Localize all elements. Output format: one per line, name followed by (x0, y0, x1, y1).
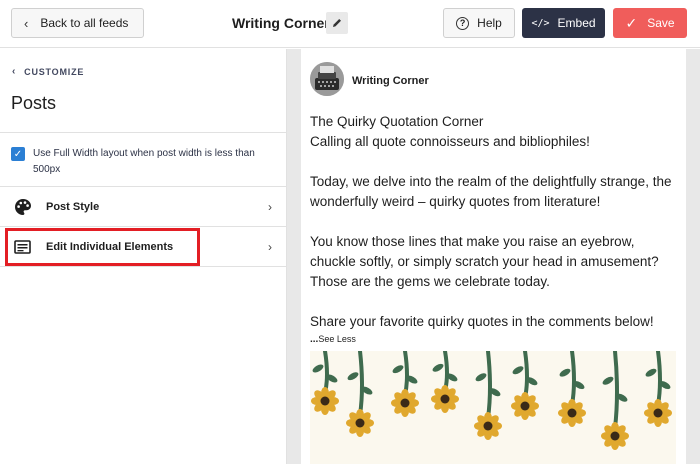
full-width-checkbox[interactable]: ✓ (11, 147, 25, 161)
typewriter-icon (310, 62, 344, 96)
post-image[interactable] (310, 351, 676, 464)
feed-preview: Writing Corner The Quirky Quotation Corn… (301, 49, 686, 464)
post-paragraph: You know those lines that make you raise… (310, 234, 659, 289)
section-title: Posts (11, 93, 57, 113)
chevron-left-icon: ‹ (12, 66, 17, 77)
post-paragraph: Today, we delve into the realm of the de… (310, 174, 672, 209)
palette-icon (15, 199, 31, 215)
chevron-left-icon: ‹ (24, 15, 29, 31)
back-to-feeds-button[interactable]: ‹ Back to all feeds (11, 8, 144, 38)
save-button-label: Save (647, 16, 675, 30)
top-bar: ‹ Back to all feeds Writing Corner ? Hel… (0, 0, 700, 48)
divider (0, 132, 286, 133)
chevron-right-icon: › (268, 199, 272, 214)
see-less-label: See Less (318, 334, 356, 344)
save-button[interactable]: ✓ Save (613, 8, 687, 38)
full-width-label: Use Full Width layout when post width is… (33, 148, 255, 175)
back-button-label: Back to all feeds (40, 16, 129, 30)
avatar (310, 62, 344, 96)
post-line: Calling all quote connoisseurs and bibli… (310, 134, 590, 149)
menu-item-label: Post Style (46, 200, 100, 213)
divider (0, 266, 286, 267)
breadcrumb-label: CUSTOMIZE (24, 66, 85, 77)
hanging-flowers-illustration (310, 351, 676, 464)
edit-title-button[interactable] (326, 12, 348, 34)
pencil-icon (333, 19, 341, 27)
post-body: The Quirky Quotation Corner Calling all … (310, 112, 682, 332)
post-paragraph: Share your favorite quirky quotes in the… (310, 314, 654, 329)
scroll-gutter (287, 49, 301, 464)
feed-title: Writing Corner (232, 15, 330, 31)
embed-button-label: Embed (557, 16, 596, 30)
embed-button[interactable]: </> Embed (522, 8, 605, 38)
help-button-label: Help (477, 16, 502, 30)
full-width-option[interactable]: ✓ Use Full Width layout when post width … (11, 146, 273, 178)
help-button[interactable]: ? Help (443, 8, 515, 38)
see-less-link[interactable]: ...See Less (310, 334, 356, 345)
menu-item-post-style[interactable]: Post Style › (0, 187, 286, 226)
chevron-right-icon: › (268, 239, 272, 254)
scroll-gutter-right (686, 49, 700, 464)
customize-breadcrumb[interactable]: ‹ CUSTOMIZE (12, 66, 84, 77)
post-author[interactable]: Writing Corner (352, 75, 429, 87)
code-icon: </> (531, 17, 550, 29)
post-line: The Quirky Quotation Corner (310, 114, 484, 129)
checkmark-icon: ✓ (625, 14, 638, 31)
help-circle-icon: ? (456, 16, 470, 30)
highlight-box (5, 228, 200, 266)
